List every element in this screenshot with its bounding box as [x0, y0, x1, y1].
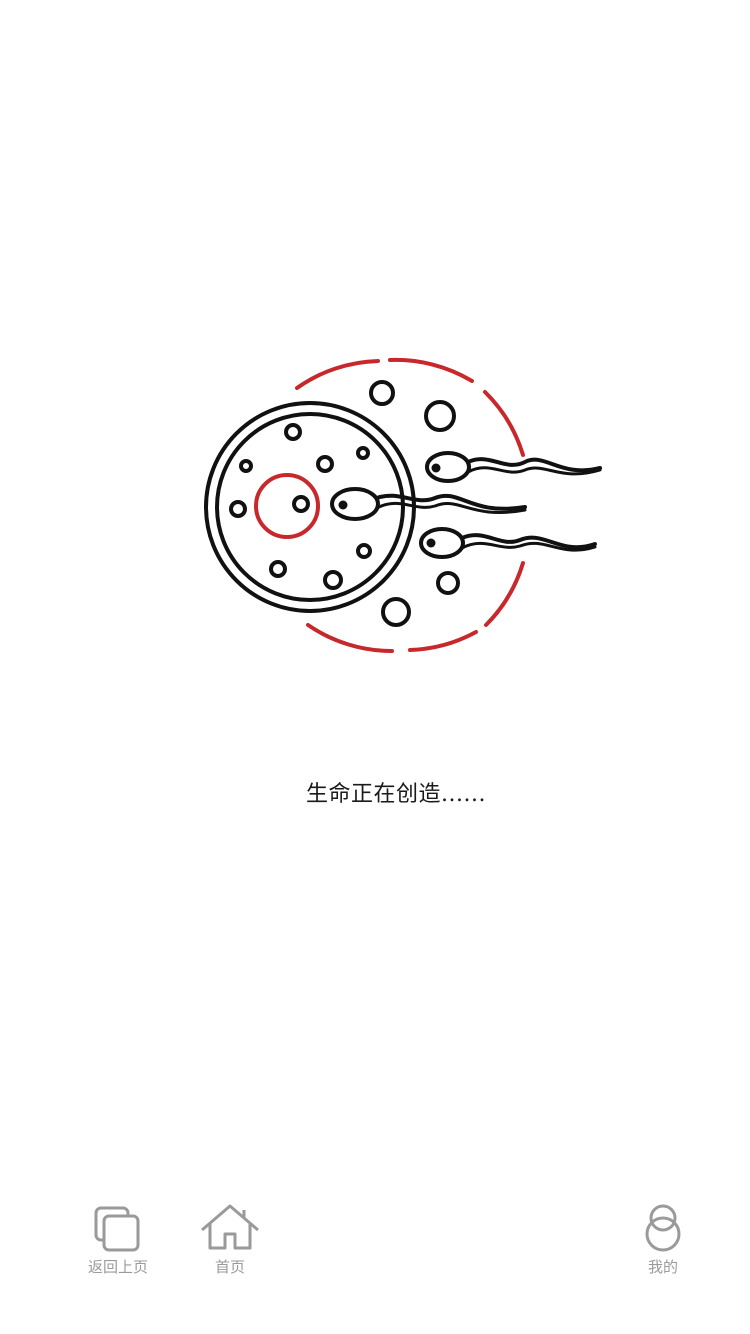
user-icon	[645, 1204, 681, 1252]
sperm-top	[425, 451, 602, 483]
tab-me-label: 我的	[647, 1258, 678, 1276]
tab-home-label: 首页	[214, 1258, 245, 1276]
loading-message: 生命正在创造......	[306, 782, 486, 807]
fertilization-illustration	[204, 357, 602, 654]
tab-back[interactable]: 返回上页	[68, 1200, 168, 1290]
bottom-tab-bar: 返回上页 首页 我的	[0, 1200, 750, 1334]
back-pages-icon	[94, 1206, 140, 1252]
home-icon	[201, 1204, 259, 1250]
tab-home[interactable]: 首页	[180, 1200, 280, 1290]
sperm-bottom	[419, 527, 597, 559]
sperm-middle	[330, 487, 527, 521]
tab-me[interactable]: 我的	[613, 1200, 713, 1290]
egg-granules	[229, 423, 372, 590]
tab-back-label: 返回上页	[87, 1258, 148, 1276]
